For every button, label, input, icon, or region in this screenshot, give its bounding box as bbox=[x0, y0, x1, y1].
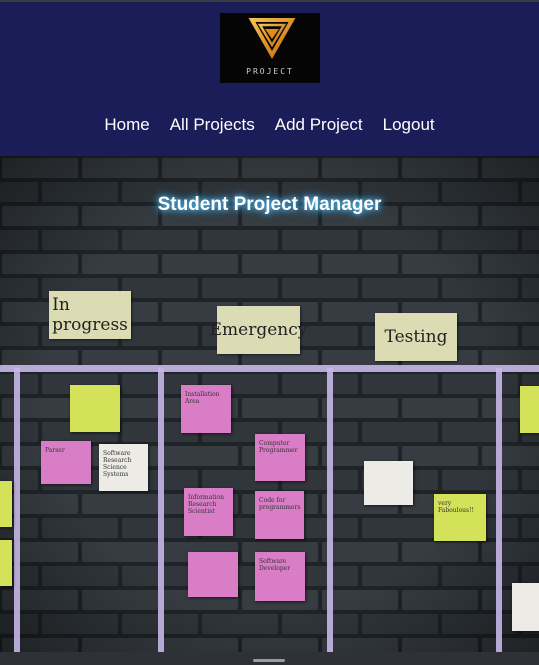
column-label-testing: Testing bbox=[375, 313, 457, 361]
site-logo[interactable]: PROJECT bbox=[220, 13, 320, 83]
sticky-note bbox=[0, 481, 12, 527]
site-header: PROJECT Home All Projects Add Project Lo… bbox=[0, 0, 539, 156]
nav-all-projects[interactable]: All Projects bbox=[170, 115, 255, 135]
nav-add-project[interactable]: Add Project bbox=[275, 115, 363, 135]
horizontal-scrollbar[interactable] bbox=[0, 652, 539, 665]
sticky-note: Software Research Science Systems bbox=[99, 444, 148, 491]
sticky-note bbox=[70, 385, 120, 432]
sticky-note: Computer Programmer bbox=[255, 434, 305, 481]
hero-title: Student Project Manager bbox=[157, 194, 382, 215]
sticky-note: Information Research Scientist bbox=[184, 488, 233, 536]
main-nav: Home All Projects Add Project Logout bbox=[0, 115, 539, 135]
nav-home[interactable]: Home bbox=[104, 115, 149, 135]
sticky-note: Software Developer bbox=[255, 552, 305, 601]
nav-logout[interactable]: Logout bbox=[383, 115, 435, 135]
app-frame: PROJECT Home All Projects Add Project Lo… bbox=[0, 0, 539, 665]
sticky-note bbox=[512, 583, 539, 631]
column-label-in-progress: In progress bbox=[49, 291, 131, 339]
sticky-note: Installation Area bbox=[181, 385, 231, 433]
scroll-thumb[interactable] bbox=[253, 659, 285, 662]
column-label-emergency: Emergency bbox=[210, 306, 307, 354]
hero-banner: Student Project Manager In progress Emer… bbox=[0, 156, 539, 652]
sticky-note bbox=[364, 461, 413, 505]
sticky-note bbox=[0, 540, 12, 586]
sticky-note: Parser bbox=[41, 441, 91, 484]
sticky-note: Code for programmers bbox=[255, 491, 304, 539]
sticky-note: very Faboulous!! bbox=[434, 494, 486, 541]
sticky-note bbox=[188, 552, 238, 597]
sticky-note bbox=[520, 386, 539, 433]
logo-text: PROJECT bbox=[246, 67, 294, 76]
